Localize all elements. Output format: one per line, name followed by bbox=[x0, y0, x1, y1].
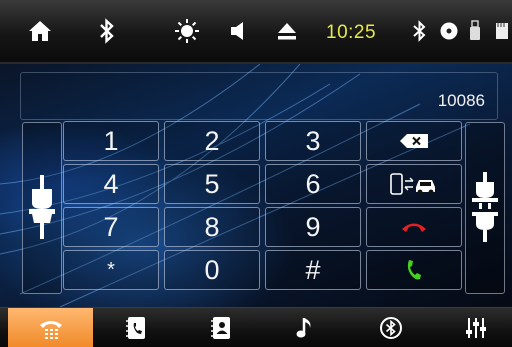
disc-icon bbox=[437, 0, 461, 62]
plug-icon bbox=[29, 175, 55, 239]
music-icon bbox=[296, 317, 310, 337]
backspace-icon bbox=[400, 134, 428, 148]
status-bar: 10:25 bbox=[0, 0, 512, 64]
key-hash[interactable]: # bbox=[265, 250, 361, 290]
tab-call-log[interactable] bbox=[93, 308, 178, 347]
key-3[interactable]: 3 bbox=[265, 121, 361, 161]
dialed-number: 10086 bbox=[437, 91, 485, 110]
key-5[interactable]: 5 bbox=[164, 164, 260, 204]
call-icon bbox=[407, 260, 421, 280]
dialer-screen: 10086 1 2 3 4 5 6 7 8 9 * 0 # bbox=[0, 64, 512, 307]
tab-settings[interactable] bbox=[433, 308, 512, 347]
unplug-icon bbox=[472, 172, 498, 242]
key-9[interactable]: 9 bbox=[265, 207, 361, 247]
key-star[interactable]: * bbox=[63, 250, 159, 290]
key-4[interactable]: 4 bbox=[63, 164, 159, 204]
key-1[interactable]: 1 bbox=[63, 121, 159, 161]
tab-contacts[interactable] bbox=[178, 308, 263, 347]
number-display: 10086 bbox=[20, 72, 498, 120]
sd-card-icon bbox=[492, 0, 512, 62]
home-icon[interactable] bbox=[22, 0, 58, 62]
key-8[interactable]: 8 bbox=[164, 207, 260, 247]
call-button[interactable] bbox=[366, 250, 462, 290]
hang-up-button[interactable] bbox=[366, 207, 462, 247]
backspace-button[interactable] bbox=[366, 121, 462, 161]
bluetooth-icon[interactable] bbox=[92, 0, 122, 62]
tab-music[interactable] bbox=[263, 308, 348, 347]
key-6[interactable]: 6 bbox=[265, 164, 361, 204]
key-7[interactable]: 7 bbox=[63, 207, 159, 247]
settings-icon bbox=[465, 317, 486, 338]
volume-icon[interactable] bbox=[224, 0, 254, 62]
call-log-icon bbox=[125, 316, 145, 339]
bottom-nav bbox=[0, 307, 512, 347]
dialpad-icon bbox=[39, 320, 62, 339]
hang-up-icon bbox=[402, 223, 426, 232]
bluetooth-status-icon bbox=[408, 0, 432, 62]
key-0[interactable]: 0 bbox=[164, 250, 260, 290]
contacts-icon bbox=[210, 316, 230, 339]
brightness-icon[interactable] bbox=[172, 0, 202, 62]
eject-icon[interactable] bbox=[272, 0, 302, 62]
bluetooth-settings-icon bbox=[379, 316, 402, 339]
tab-bluetooth-settings[interactable] bbox=[348, 308, 433, 347]
tab-dialpad[interactable] bbox=[8, 308, 93, 347]
right-side-key[interactable] bbox=[465, 122, 505, 294]
left-side-key[interactable] bbox=[22, 122, 62, 294]
clock: 10:25 bbox=[326, 22, 377, 43]
usb-icon bbox=[466, 0, 484, 62]
transfer-to-phone-icon bbox=[390, 173, 435, 195]
key-2[interactable]: 2 bbox=[164, 121, 260, 161]
transfer-to-phone-button[interactable] bbox=[366, 164, 462, 204]
